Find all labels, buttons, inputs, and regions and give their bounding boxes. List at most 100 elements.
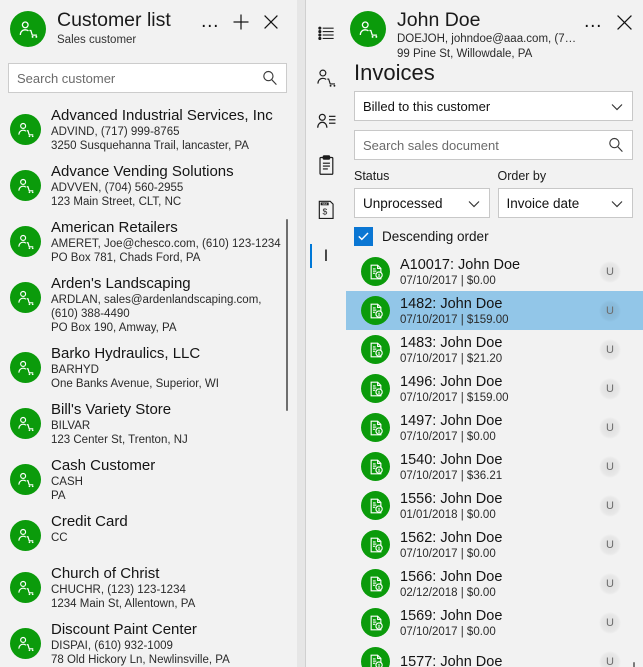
invoice-document-icon: $: [361, 413, 390, 442]
order-by-select[interactable]: Invoice date: [497, 188, 633, 218]
invoice-list-item[interactable]: $1483: John Doe 07/10/2017 | $21.20 U: [346, 330, 643, 369]
tax-document-icon: TAX $: [316, 199, 336, 225]
chevron-down-icon: [610, 198, 624, 213]
descending-order-checkbox[interactable]: [354, 227, 373, 246]
more-options-button[interactable]: …: [196, 7, 226, 37]
invoice-search-box[interactable]: [354, 130, 633, 160]
customer-list-scrollbar-thumb[interactable]: [286, 219, 288, 411]
invoice-list-item[interactable]: $1577: John Doe U: [346, 642, 643, 667]
close-icon: [264, 15, 278, 29]
scope-select[interactable]: Billed to this customer: [354, 91, 633, 121]
customer-icon: [315, 67, 337, 94]
invoice-list-item[interactable]: $1540: John Doe 07/10/2017 | $36.21 U: [346, 447, 643, 486]
invoice-item-text: 1566: John Doe 02/12/2018 | $0.00: [400, 568, 599, 600]
person-cart-icon: [10, 226, 41, 257]
invoice-list-item[interactable]: $1569: John Doe 07/10/2017 | $0.00 U: [346, 603, 643, 642]
person-cart-icon: [10, 352, 41, 383]
rail-invoices-icon[interactable]: I: [306, 234, 346, 278]
status-badge: U: [599, 260, 621, 283]
invoice-item-title: 1577: John Doe: [400, 653, 503, 667]
customer-item-contact: CC: [51, 532, 68, 544]
customer-item-text: Discount Paint Center DISPAI, (610) 932-1…: [51, 619, 230, 667]
invoice-list-item[interactable]: $1566: John Doe 02/12/2018 | $0.00 U: [346, 564, 643, 603]
status-badge: U: [599, 572, 621, 595]
person-cart-icon: [10, 628, 41, 659]
status-badge: U: [599, 299, 621, 322]
invoice-item-title: 1496: John Doe: [400, 373, 503, 390]
invoice-document-icon: $: [361, 257, 390, 286]
customer-list-actions: …: [196, 7, 286, 37]
invoice-document-icon: $: [361, 296, 390, 325]
customer-item-text: Advanced Industrial Services, Inc ADVIND,…: [51, 105, 273, 153]
order-by-label: Order by: [497, 169, 547, 183]
invoice-item-text: 1497: John Doe 07/10/2017 | $0.00: [400, 412, 599, 444]
invoice-list-item[interactable]: $ A10017: John Doe 07/10/2017 | $0.00 U: [346, 252, 643, 291]
close-button[interactable]: [609, 7, 639, 37]
status-select[interactable]: Unprocessed: [354, 188, 490, 218]
person-cart-icon: [10, 11, 46, 47]
descending-order-row[interactable]: Descending order: [346, 218, 643, 252]
person-cart-icon: [10, 572, 41, 603]
customer-item-text: American Retailers AMERET, Joe@chesco.com…: [51, 217, 281, 265]
customer-list-item[interactable]: Church of Christ CHUCHR, (123) 123-1234 12…: [0, 559, 297, 615]
rail-customer-icon[interactable]: [306, 58, 346, 102]
customer-list-item[interactable]: Arden's Landscaping ARDLAN, sales@ardenla…: [0, 269, 297, 339]
customer-item-address: 123 Main Street, CLT, NC: [51, 196, 182, 208]
invoice-item-subtitle: 01/01/2018 | $0.00: [400, 508, 496, 521]
navigation-rail[interactable]: TAX $ I: [306, 0, 346, 667]
more-options-button[interactable]: …: [579, 7, 609, 37]
invoice-item-subtitle: 07/10/2017 | $0.00: [400, 547, 496, 560]
order-by-select-value: Invoice date: [506, 195, 580, 211]
customer-name: John Doe: [397, 9, 481, 31]
customer-item-contact: BILVAR: [51, 420, 91, 432]
customer-search-box[interactable]: [8, 63, 287, 93]
invoice-item-subtitle: 07/10/2017 | $0.00: [400, 274, 496, 287]
contact-list-icon: [316, 111, 337, 137]
invoice-list-item[interactable]: $1556: John Doe 01/01/2018 | $0.00 U: [346, 486, 643, 525]
customer-item-name: American Retailers: [51, 219, 178, 236]
customer-list-item[interactable]: Advance Vending Solutions ADVVEN, (704) 5…: [0, 157, 297, 213]
rail-list-view-icon[interactable]: [306, 14, 346, 58]
rail-tax-document-icon[interactable]: TAX $: [306, 190, 346, 234]
invoice-item-subtitle: 07/10/2017 | $159.00: [400, 313, 509, 326]
chevron-down-icon: [610, 101, 624, 116]
search-icon: [261, 69, 279, 92]
invoice-item-title: 1556: John Doe: [400, 490, 503, 507]
customer-item-address: 78 Old Hickory Ln, Newlinsville, PA: [51, 654, 230, 666]
rail-clipboard-icon[interactable]: [306, 146, 346, 190]
search-input[interactable]: [9, 64, 286, 92]
more-options-icon: …: [583, 11, 605, 32]
customer-item-contact: CHUCHR, (123) 123-1234: [51, 584, 186, 596]
customer-list-item[interactable]: American Retailers AMERET, Joe@chesco.com…: [0, 213, 297, 269]
customer-item-address: 123 Center St, Trenton, NJ: [51, 434, 188, 446]
customer-list-item[interactable]: Discount Paint Center DISPAI, (610) 932-1…: [0, 615, 297, 667]
descending-order-label: Descending order: [382, 229, 489, 244]
invoice-list-item[interactable]: $1497: John Doe 07/10/2017 | $0.00 U: [346, 408, 643, 447]
invoices-header-actions: …: [579, 7, 639, 37]
customer-list-panel: Customer list Sales customer … Search cu…: [0, 0, 297, 667]
invoice-item-subtitle: 02/12/2018 | $0.00: [400, 586, 496, 599]
close-button[interactable]: [256, 7, 286, 37]
invoice-item-text: 1569: John Doe 07/10/2017 | $0.00: [400, 607, 599, 639]
customer-item-address: PO Box 781, Chads Ford, PA: [51, 252, 201, 264]
invoice-item-subtitle: 07/10/2017 | $0.00: [400, 430, 496, 443]
customer-list-item[interactable]: Credit Card CC: [0, 507, 297, 559]
customer-list-item[interactable]: Advanced Industrial Services, Inc ADVIND,…: [0, 101, 297, 157]
invoice-list-item[interactable]: $1482: John Doe 07/10/2017 | $159.00 U: [346, 291, 643, 330]
customer-list-item[interactable]: Bill's Variety Store BILVAR 123 Center St,…: [0, 395, 297, 451]
customer-item-text: Barko Hydraulics, LLC BARHYD One Banks Ave…: [51, 343, 219, 391]
status-badge: U: [599, 377, 621, 400]
rail-contact-list-icon[interactable]: [306, 102, 346, 146]
invoice-list-item[interactable]: $1496: John Doe 07/10/2017 | $159.00 U: [346, 369, 643, 408]
customer-item-address: 1234 Main St, Allentown, PA: [51, 598, 196, 610]
customer-list-item[interactable]: Barko Hydraulics, LLC BARHYD One Banks Ave…: [0, 339, 297, 395]
customer-item-name: Barko Hydraulics, LLC: [51, 345, 201, 362]
invoice-list-item[interactable]: $1562: John Doe 07/10/2017 | $0.00 U: [346, 525, 643, 564]
customer-item-contact: CASH: [51, 476, 83, 488]
add-customer-button[interactable]: [226, 7, 256, 37]
customer-item-contact: AMERET, Joe@chesco.com, (610) 123-1234: [51, 238, 281, 250]
invoice-list[interactable]: $ A10017: John Doe 07/10/2017 | $0.00 U $148…: [346, 252, 643, 667]
customer-list-item[interactable]: Cash Customer CASH PA: [0, 451, 297, 507]
customer-list[interactable]: Advanced Industrial Services, Inc ADVIND,…: [0, 101, 297, 667]
search-sales-document-input[interactable]: [355, 131, 632, 159]
